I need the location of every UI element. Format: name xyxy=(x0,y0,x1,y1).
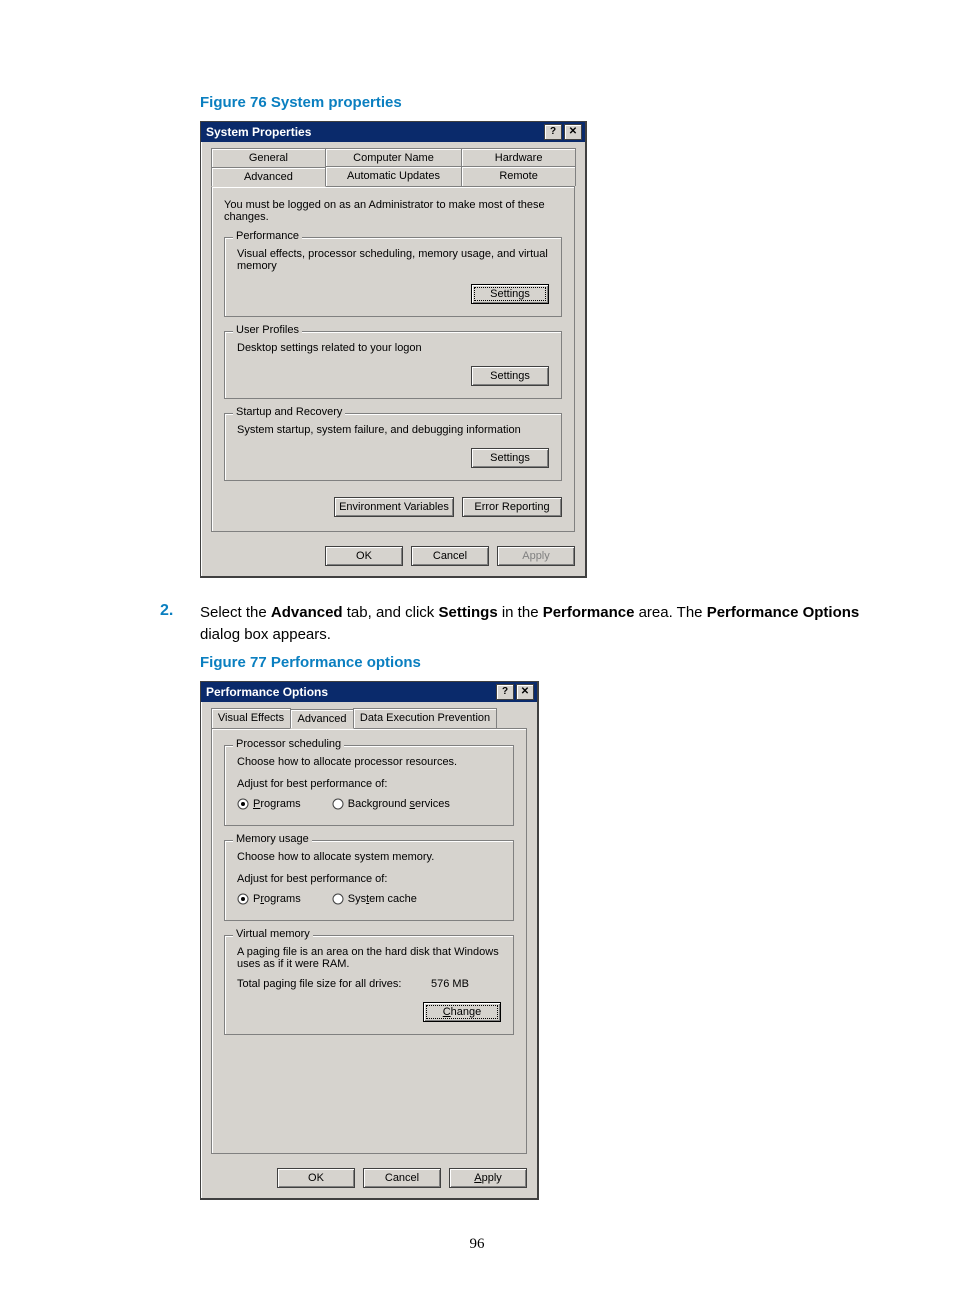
apply-button[interactable]: Apply xyxy=(449,1168,527,1188)
group-legend: Virtual memory xyxy=(233,928,313,940)
adjust-label: Adjust for best performance of: xyxy=(237,873,501,885)
tab-remote[interactable]: Remote xyxy=(461,166,576,186)
page-number: 96 xyxy=(0,1236,954,1253)
group-desc: Choose how to allocate processor resourc… xyxy=(237,756,501,768)
environment-variables-button[interactable]: Environment Variables xyxy=(334,497,454,517)
tab-general[interactable]: General xyxy=(211,148,326,167)
ok-button[interactable]: OK xyxy=(277,1168,355,1188)
tab-advanced[interactable]: Advanced xyxy=(290,709,354,729)
tab-visual-effects[interactable]: Visual Effects xyxy=(211,708,291,728)
tab-dep[interactable]: Data Execution Prevention xyxy=(353,708,497,728)
figure-77-caption: Figure 77 Performance options xyxy=(200,654,954,671)
group-desc: Desktop settings related to your logon xyxy=(237,342,549,354)
radio-unselected-icon xyxy=(332,893,344,905)
cancel-button[interactable]: Cancel xyxy=(363,1168,441,1188)
radio-programs[interactable]: Programs xyxy=(237,798,301,810)
advanced-panel: You must be logged on as an Administrato… xyxy=(211,186,575,532)
dialog-title: System Properties xyxy=(204,125,542,139)
group-desc: Visual effects, processor scheduling, me… xyxy=(237,248,549,272)
dialog-title: Performance Options xyxy=(204,685,494,699)
startup-settings-button[interactable]: Settings xyxy=(471,448,549,468)
figure-76-caption: Figure 76 System properties xyxy=(200,94,954,111)
group-desc: Choose how to allocate system memory. xyxy=(237,851,501,863)
step-number: 2. xyxy=(160,602,200,646)
performance-group: Performance Visual effects, processor sc… xyxy=(224,237,562,317)
step-2: 2. Select the Advanced tab, and click Se… xyxy=(160,602,860,646)
tab-hardware[interactable]: Hardware xyxy=(461,148,576,167)
ok-button[interactable]: OK xyxy=(325,546,403,566)
tab-automatic-updates[interactable]: Automatic Updates xyxy=(325,166,462,186)
group-legend: Memory usage xyxy=(233,833,312,845)
radio-unselected-icon xyxy=(332,798,344,810)
user-profiles-settings-button[interactable]: Settings xyxy=(471,366,549,386)
group-legend: Performance xyxy=(233,230,302,242)
user-profiles-group: User Profiles Desktop settings related t… xyxy=(224,331,562,399)
processor-scheduling-group: Processor scheduling Choose how to alloc… xyxy=(224,745,514,826)
tab-computer-name[interactable]: Computer Name xyxy=(325,148,462,167)
radio-selected-icon xyxy=(237,798,249,810)
group-legend: Processor scheduling xyxy=(233,738,344,750)
radio-selected-icon xyxy=(237,893,249,905)
titlebar: System Properties ? ✕ xyxy=(201,122,585,142)
system-properties-dialog: System Properties ? ✕ General Computer N… xyxy=(200,121,587,578)
radio-background-services[interactable]: Background services xyxy=(332,798,450,810)
help-icon[interactable]: ? xyxy=(496,684,514,700)
apply-button[interactable]: Apply xyxy=(497,546,575,566)
radio-programs-mem[interactable]: Programs xyxy=(237,893,301,905)
tab-advanced[interactable]: Advanced xyxy=(211,167,326,187)
adjust-label: Adjust for best performance of: xyxy=(237,778,501,790)
cancel-button[interactable]: Cancel xyxy=(411,546,489,566)
group-desc: A paging file is an area on the hard dis… xyxy=(237,946,501,970)
close-icon[interactable]: ✕ xyxy=(564,124,582,140)
close-icon[interactable]: ✕ xyxy=(516,684,534,700)
group-legend: User Profiles xyxy=(233,324,302,336)
performance-options-dialog: Performance Options ? ✕ Visual Effects A… xyxy=(200,681,539,1200)
memory-usage-group: Memory usage Choose how to allocate syst… xyxy=(224,840,514,921)
group-legend: Startup and Recovery xyxy=(233,406,345,418)
step-text: Select the Advanced tab, and click Setti… xyxy=(200,602,860,646)
advanced-panel: Processor scheduling Choose how to alloc… xyxy=(211,728,527,1154)
radio-system-cache[interactable]: System cache xyxy=(332,893,417,905)
titlebar: Performance Options ? ✕ xyxy=(201,682,537,702)
startup-recovery-group: Startup and Recovery System startup, sys… xyxy=(224,413,562,481)
error-reporting-button[interactable]: Error Reporting xyxy=(462,497,562,517)
total-paging-value: 576 MB xyxy=(431,978,501,990)
change-button[interactable]: Change xyxy=(423,1002,501,1022)
virtual-memory-group: Virtual memory A paging file is an area … xyxy=(224,935,514,1035)
group-desc: System startup, system failure, and debu… xyxy=(237,424,549,436)
total-paging-label: Total paging file size for all drives: xyxy=(237,978,431,990)
performance-settings-button[interactable]: Settings xyxy=(471,284,549,304)
admin-warning: You must be logged on as an Administrato… xyxy=(224,199,562,223)
help-icon[interactable]: ? xyxy=(544,124,562,140)
